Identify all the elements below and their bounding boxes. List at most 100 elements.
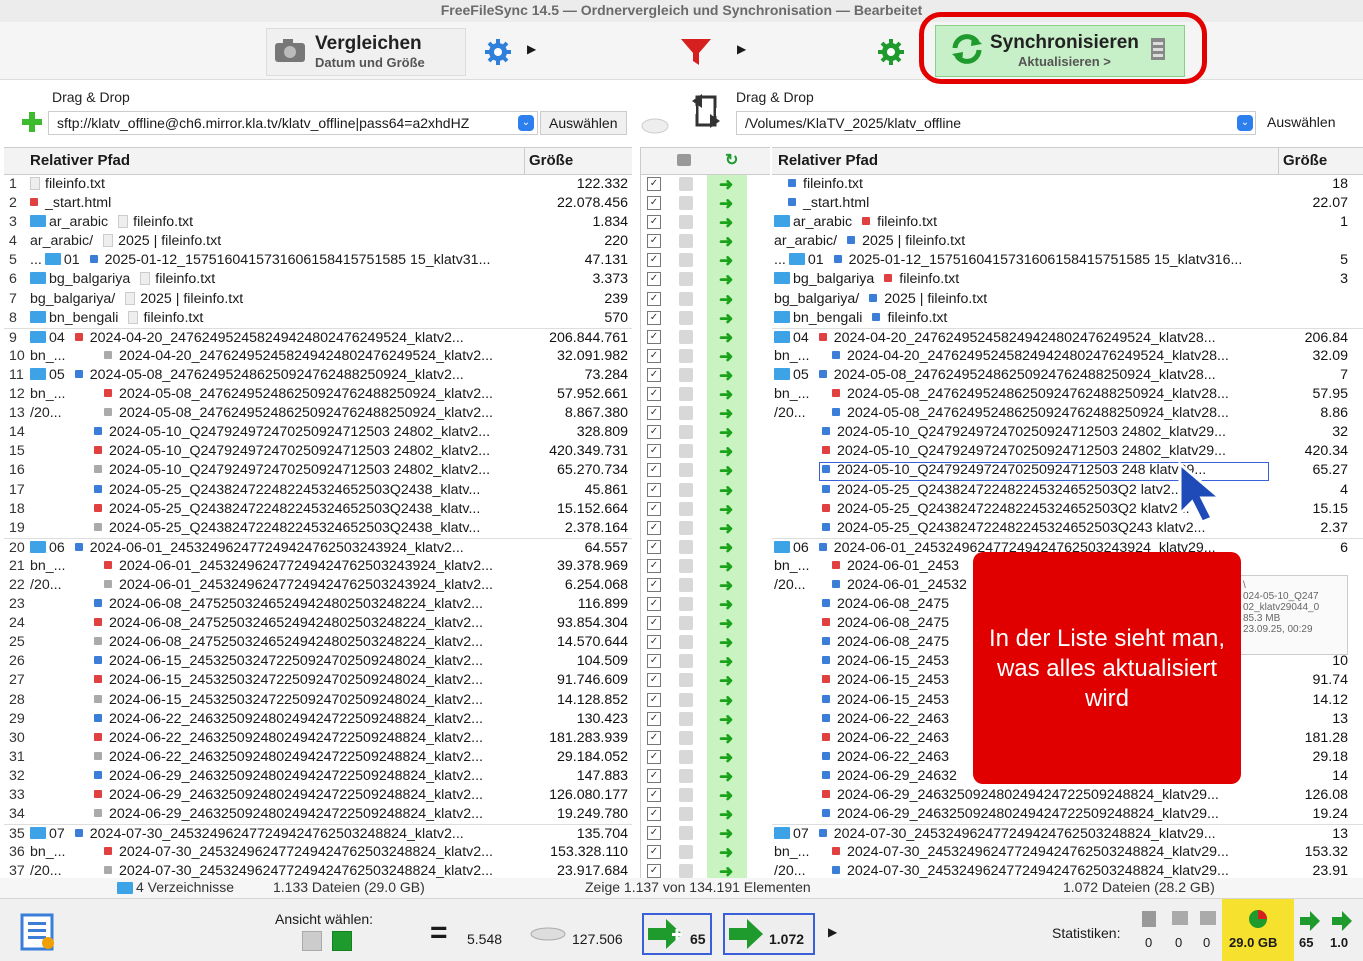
update-arrow-icon[interactable]: ➜ <box>719 749 733 766</box>
include-checkbox[interactable]: ✓ <box>647 539 661 554</box>
action-row[interactable]: ✓ ➜ <box>641 633 770 652</box>
include-checkbox[interactable]: ✓ <box>647 845 661 860</box>
table-row[interactable]: 2024-05-25_Q243824722482245324652503Q243… <box>772 519 1363 538</box>
include-checkbox[interactable]: ✓ <box>647 177 661 191</box>
left-file-grid[interactable]: Relativer Pfad Größe 1 fileinfo.txt 122.33… <box>4 147 632 879</box>
action-row[interactable]: ✓ ➜ <box>641 442 770 461</box>
include-checkbox[interactable]: ✓ <box>647 558 661 573</box>
action-row[interactable]: ✓ ➜ <box>641 175 770 194</box>
table-row[interactable]: 33 2024-06-29_246325092480249424722509248… <box>4 786 632 805</box>
include-checkbox[interactable]: ✓ <box>647 253 661 268</box>
table-row[interactable]: 1 fileinfo.txt 122.332 <box>4 175 632 194</box>
action-header-sync-icon[interactable]: ↻ <box>725 148 738 174</box>
action-row[interactable]: ✓ ➜ <box>641 461 770 480</box>
swap-sides-icon[interactable] <box>690 92 722 135</box>
sync-settings-gear-icon[interactable] <box>877 38 905 71</box>
table-row[interactable]: 21 bn_... 2024-06-01_245324962477249424762… <box>4 557 632 576</box>
update-arrow-icon[interactable]: ➜ <box>719 558 733 575</box>
update-arrow-icon[interactable]: ➜ <box>719 176 733 193</box>
update-arrow-icon[interactable]: ➜ <box>719 711 733 728</box>
table-row[interactable]: 25 2024-06-08_247525032465249424802503248… <box>4 633 632 652</box>
action-row[interactable]: ✓ ➜ <box>641 328 770 347</box>
action-row[interactable]: ✓ ➜ <box>641 538 770 557</box>
action-row[interactable]: ✓ ➜ <box>641 385 770 404</box>
update-arrow-icon[interactable]: ➜ <box>719 310 733 327</box>
right-select-folder-button[interactable]: Auswählen <box>1259 111 1344 135</box>
disk-icon[interactable] <box>530 927 566 946</box>
action-row[interactable]: ✓ ➜ <box>641 824 770 843</box>
include-checkbox[interactable]: ✓ <box>647 864 661 879</box>
update-arrow-icon[interactable]: ➜ <box>719 692 733 709</box>
table-row[interactable]: 17 2024-05-25_Q243824722482245324652503Q2… <box>4 481 632 500</box>
action-row[interactable]: ✓ ➜ <box>641 290 770 309</box>
table-row[interactable]: 35 07 2024-07-30_2453249624772494247625032… <box>4 824 632 843</box>
update-arrow-icon[interactable]: ➜ <box>719 577 733 594</box>
table-row[interactable]: 2024-05-25_Q243824722482245324652503Q2 l… <box>772 481 1363 500</box>
update-arrow-icon[interactable]: ➜ <box>719 271 733 288</box>
more-filters-arrow-icon[interactable]: ▶ <box>828 925 837 939</box>
action-row[interactable]: ✓ ➜ <box>641 576 770 595</box>
table-row[interactable]: 13/20... 2024-05-08_247624952486250924762… <box>4 404 632 423</box>
update-arrow-icon[interactable]: ➜ <box>719 233 733 250</box>
add-folder-pair-icon[interactable] <box>20 110 44 139</box>
table-row[interactable]: fileinfo.txt 18 <box>772 175 1363 194</box>
right-col-relative-path[interactable]: Relativer Pfad <box>778 148 878 174</box>
include-checkbox[interactable]: ✓ <box>647 329 661 344</box>
left-select-folder-button[interactable]: Auswählen <box>540 111 627 135</box>
action-row[interactable]: ✓ ➜ <box>641 347 770 366</box>
update-arrow-icon[interactable]: ➜ <box>719 195 733 212</box>
log-list-icon[interactable] <box>20 913 56 956</box>
include-checkbox[interactable]: ✓ <box>647 444 661 459</box>
include-checkbox[interactable]: ✓ <box>647 577 661 592</box>
update-arrow-icon[interactable]: ➜ <box>719 653 733 670</box>
update-arrow-icon[interactable]: ➜ <box>719 787 733 804</box>
include-checkbox[interactable]: ✓ <box>647 406 661 421</box>
table-row[interactable]: 23 2024-06-08_247525032465249424802503248… <box>4 595 632 614</box>
table-row[interactable]: 7 bg_balgariya/2025 | fileinfo.txt 239 <box>4 290 632 309</box>
cloud-icon[interactable] <box>640 112 670 139</box>
include-checkbox[interactable]: ✓ <box>647 692 661 707</box>
table-row[interactable]: 2 _start.html 22.078.456 <box>4 194 632 213</box>
table-row[interactable]: 16 2024-05-10_Q247924972470250924712503 2… <box>4 461 632 480</box>
update-arrow-icon[interactable]: ➜ <box>719 844 733 861</box>
action-row[interactable]: ✓ ➜ <box>641 805 770 824</box>
action-row[interactable]: ✓ ➜ <box>641 232 770 251</box>
filter-dropdown-arrow-icon[interactable]: ▶ <box>737 42 746 56</box>
action-row[interactable]: ✓ ➜ <box>641 309 770 328</box>
update-arrow-icon[interactable]: ➜ <box>719 214 733 231</box>
action-row[interactable]: ✓ ➜ <box>641 786 770 805</box>
compare-button[interactable]: Vergleichen Datum und Größe <box>266 28 466 76</box>
table-row[interactable]: 2024-06-29_24632509248024942472250924882… <box>772 805 1363 824</box>
table-row[interactable]: 07 2024-07-30_245324962477249424762503248… <box>772 824 1363 843</box>
table-row[interactable]: 2024-05-10_Q247924972470250924712503 248… <box>772 442 1363 461</box>
update-arrow-icon[interactable]: ➜ <box>719 348 733 365</box>
table-row[interactable]: 11 05 2024-05-08_2476249524862509247624882… <box>4 366 632 385</box>
table-row[interactable]: 14 2024-05-10_Q247924972470250924712503 2… <box>4 423 632 442</box>
equal-files-icon[interactable]: = <box>430 918 448 948</box>
compare-dropdown-arrow-icon[interactable]: ▶ <box>527 42 536 56</box>
table-row[interactable]: bn_... 2024-04-20_24762495245824942480247… <box>772 347 1363 366</box>
table-row[interactable]: 32 2024-06-29_246325092480249424722509248… <box>4 767 632 786</box>
action-row[interactable]: ✓ ➜ <box>641 500 770 519</box>
table-row[interactable]: bg_balgariya/2025 | fileinfo.txt <box>772 290 1363 309</box>
update-filter-button[interactable]: 1.072 <box>723 913 815 955</box>
update-arrow-icon[interactable]: ➜ <box>719 424 733 441</box>
left-col-size[interactable]: Größe <box>524 148 573 174</box>
update-arrow-icon[interactable]: ➜ <box>719 405 733 422</box>
update-arrow-icon[interactable]: ➜ <box>719 462 733 479</box>
include-checkbox[interactable]: ✓ <box>647 234 661 249</box>
include-checkbox[interactable]: ✓ <box>647 730 661 745</box>
update-arrow-icon[interactable]: ➜ <box>719 768 733 785</box>
update-arrow-icon[interactable]: ➜ <box>719 539 733 556</box>
action-row[interactable]: ✓ ➜ <box>641 843 770 862</box>
include-checkbox[interactable]: ✓ <box>647 520 661 535</box>
update-arrow-icon[interactable]: ➜ <box>719 672 733 689</box>
action-row[interactable]: ✓ ➜ <box>641 404 770 423</box>
right-history-dropdown-icon[interactable]: ⌄ <box>1237 115 1253 131</box>
include-checkbox[interactable]: ✓ <box>647 425 661 440</box>
update-arrow-icon[interactable]: ➜ <box>719 730 733 747</box>
include-checkbox[interactable]: ✓ <box>647 635 661 650</box>
table-row[interactable]: bn_... 2024-05-08_24762495248625092476248… <box>772 385 1363 404</box>
include-checkbox[interactable]: ✓ <box>647 788 661 802</box>
action-row[interactable]: ✓ ➜ <box>641 194 770 213</box>
